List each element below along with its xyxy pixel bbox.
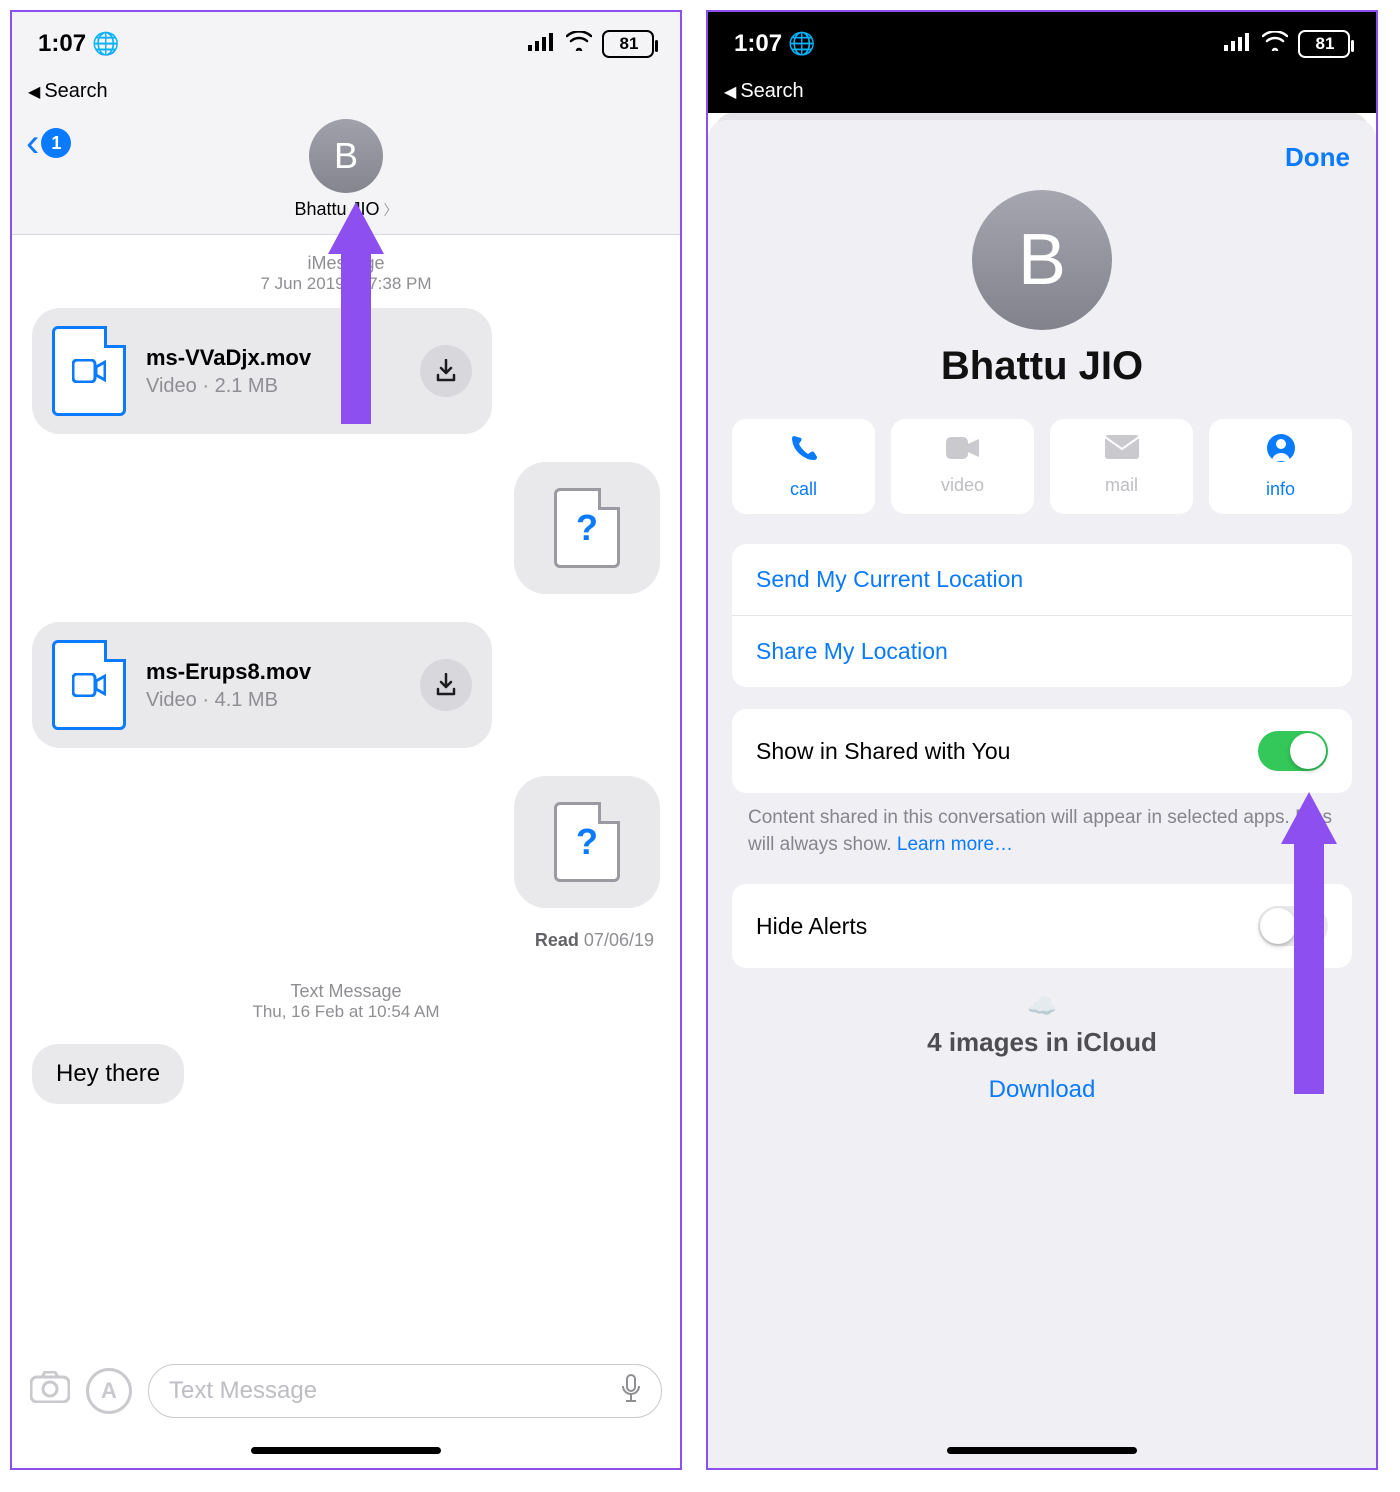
info-button[interactable]: info — [1209, 419, 1352, 514]
unknown-bubble-2[interactable]: ? — [514, 776, 660, 908]
battery-indicator: 81 — [1298, 30, 1350, 58]
file-meta: Video · 2.1 MB — [146, 375, 311, 398]
video-file-icon — [52, 640, 126, 730]
apps-button[interactable]: A — [86, 1368, 132, 1414]
call-button[interactable]: call — [732, 419, 875, 514]
learn-more-link[interactable]: Learn more… — [897, 834, 1013, 855]
unread-badge: 1 — [41, 128, 71, 158]
icloud-images-count: 4 images in iCloud — [708, 1027, 1376, 1058]
conversation-header: ‹ 1 B Bhattu JIO 〉 — [12, 113, 680, 235]
cellular-icon — [528, 30, 556, 58]
back-to-search[interactable]: ◀ Search — [12, 76, 680, 113]
video-button[interactable]: video — [891, 419, 1034, 514]
download-button[interactable] — [420, 345, 472, 397]
details-sheet: Done B Bhattu JIO call video mail — [708, 120, 1376, 1468]
status-time: 1:07 — [38, 30, 86, 58]
message-thread: iMessage 7 Jun 2019 at 7:38 PM ms-VVaDjx… — [12, 235, 680, 1104]
wifi-icon — [1262, 30, 1288, 58]
date-label: 7 Jun 2019 at 7:38 PM — [32, 274, 660, 294]
video-file-icon — [52, 326, 126, 416]
file-bubble-2[interactable]: ms-Erups8.mov Video · 4.1 MB — [32, 622, 492, 748]
globe-icon: 🌐 — [92, 31, 119, 57]
hide-alerts-row: Hide Alerts — [732, 884, 1352, 968]
status-bar: 1:07 🌐 81 — [12, 12, 680, 76]
file-meta: Video · 4.1 MB — [146, 689, 311, 712]
download-button[interactable] — [420, 659, 472, 711]
unknown-file-icon: ? — [554, 488, 620, 568]
battery-indicator: 81 — [602, 30, 654, 58]
text-bubble[interactable]: Hey there — [32, 1044, 184, 1104]
sms-date-label: Thu, 16 Feb at 10:54 AM — [32, 1002, 660, 1022]
shared-with-you-toggle[interactable] — [1258, 731, 1328, 771]
download-images-button[interactable]: Download — [708, 1076, 1376, 1104]
file-name: ms-Erups8.mov — [146, 659, 311, 685]
status-bar: 1:07 🌐 81 — [708, 12, 1376, 76]
hide-alerts-card: Hide Alerts — [732, 884, 1352, 968]
sms-protocol-label: Text Message — [32, 981, 660, 1002]
show-in-shared-row: Show in Shared with You — [732, 709, 1352, 793]
protocol-label: iMessage — [32, 253, 660, 274]
location-card: Send My Current Location Share My Locati… — [732, 544, 1352, 687]
compose-bar: A Text Message — [12, 1364, 680, 1418]
chevron-left-icon: ‹ — [26, 123, 39, 163]
file-name: ms-VVaDjx.mov — [146, 345, 311, 371]
unknown-file-icon: ? — [554, 802, 620, 882]
back-button[interactable]: ‹ 1 — [26, 123, 71, 163]
contact-avatar[interactable]: B — [309, 119, 383, 193]
home-indicator[interactable] — [251, 1447, 441, 1454]
camera-button[interactable] — [30, 1371, 70, 1412]
mail-button[interactable]: mail — [1050, 419, 1193, 514]
send-current-location[interactable]: Send My Current Location — [732, 544, 1352, 615]
wifi-icon — [566, 30, 592, 58]
shared-footer-note: Content shared in this conversation will… — [748, 805, 1336, 858]
contact-name: Bhattu JIO — [708, 344, 1376, 389]
unknown-bubble-1[interactable]: ? — [514, 462, 660, 594]
action-buttons: call video mail info — [732, 419, 1352, 514]
dictate-icon[interactable] — [621, 1374, 641, 1409]
back-triangle-icon: ◀ — [724, 82, 736, 102]
mail-icon — [1105, 433, 1139, 467]
cellular-icon — [1224, 30, 1252, 58]
shared-with-you-card: Show in Shared with You — [732, 709, 1352, 793]
icloud-images-section: ☁️ 4 images in iCloud Download — [708, 992, 1376, 1104]
done-button[interactable]: Done — [1285, 142, 1350, 173]
contact-details-screen: 1:07 🌐 81 ◀ Search Done B Bhattu JIO cal — [706, 10, 1378, 1470]
phone-icon — [789, 433, 819, 471]
status-time: 1:07 — [734, 30, 782, 58]
hide-alerts-toggle[interactable] — [1258, 906, 1328, 946]
compose-input[interactable]: Text Message — [148, 1364, 662, 1418]
globe-icon: 🌐 — [788, 31, 815, 57]
share-my-location[interactable]: Share My Location — [732, 615, 1352, 687]
file-bubble-1[interactable]: ms-VVaDjx.mov Video · 2.1 MB — [32, 308, 492, 434]
back-to-search[interactable]: ◀ Search — [708, 76, 1376, 113]
messages-thread-screen: 1:07 🌐 81 ◀ Search ‹ 1 B Bhattu JIO 〉 iM… — [10, 10, 682, 1470]
chevron-right-icon: 〉 — [384, 200, 398, 220]
back-triangle-icon: ◀ — [28, 82, 40, 102]
home-indicator[interactable] — [947, 1447, 1137, 1454]
contact-name-button[interactable]: Bhattu JIO 〉 — [28, 199, 664, 220]
info-icon — [1266, 433, 1296, 471]
contact-avatar-large[interactable]: B — [972, 190, 1112, 330]
video-icon — [946, 433, 980, 467]
read-receipt: Read 07/06/19 — [32, 930, 654, 951]
cloud-icon: ☁️ — [708, 992, 1376, 1021]
